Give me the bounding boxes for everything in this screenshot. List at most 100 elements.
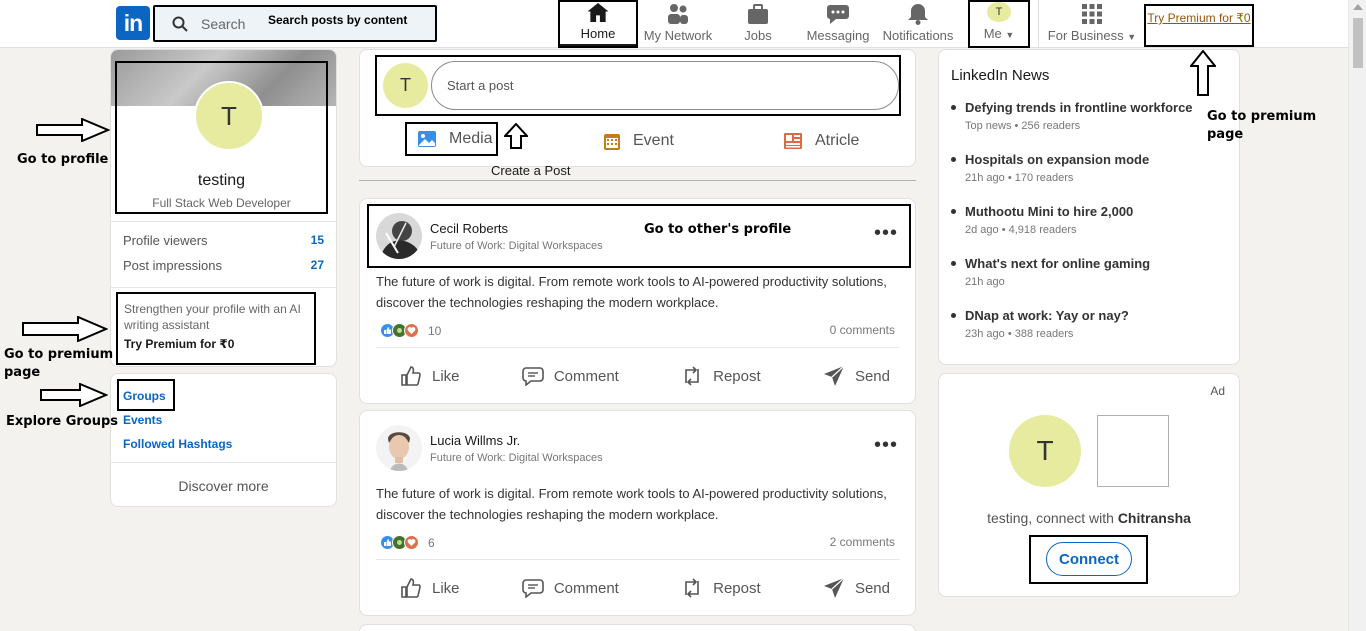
news-item[interactable]: What's next for online gaming 21h ago [951, 256, 1231, 288]
ad-label: Ad [1210, 384, 1225, 398]
discover-more-button[interactable]: Discover more [111, 478, 336, 494]
nav-jobs[interactable]: Jobs [718, 0, 798, 48]
home-icon [587, 2, 609, 23]
events-link[interactable]: Events [123, 413, 162, 427]
start-post-input[interactable]: Start a post [431, 61, 899, 110]
post-author-link[interactable]: Lucia Willms Jr. Future of Work: Digital… [376, 425, 603, 471]
repost-button[interactable]: Repost [681, 573, 761, 603]
more-options-icon[interactable]: ••• [874, 223, 898, 243]
page-scrollbar[interactable] [1348, 0, 1366, 631]
image-icon [418, 131, 436, 147]
followed-hashtags-link[interactable]: Followed Hashtags [123, 437, 232, 451]
comment-button[interactable]: Comment [522, 573, 619, 603]
nav-home[interactable]: Home [558, 0, 638, 48]
connect-highlight: Connect [1029, 535, 1148, 584]
search-input[interactable]: Search [201, 16, 245, 32]
send-button[interactable]: Send [823, 361, 890, 391]
repost-icon [685, 366, 699, 386]
media-button[interactable]: Media [405, 122, 498, 156]
divider [111, 221, 336, 222]
search-bar[interactable]: Search Search posts by content [153, 5, 437, 42]
bell-icon [908, 4, 928, 25]
reaction-count: 6 [428, 535, 435, 550]
profile-viewers-label: Profile viewers [123, 233, 208, 248]
news-meta: 23h ago • 388 readers [965, 328, 1074, 340]
comment-count[interactable]: 2 comments [830, 535, 895, 549]
scroll-up-icon[interactable] [1353, 4, 1363, 10]
post-author-name[interactable]: Cecil Roberts [430, 221, 603, 236]
reactions-summary[interactable]: 10 [380, 323, 441, 338]
post-author-name[interactable]: Lucia Willms Jr. [430, 433, 603, 448]
profile-link[interactable]: T testing Full Stack Web Developer [115, 61, 328, 214]
nav-network-label: My Network [643, 28, 713, 43]
like-label: Like [432, 579, 460, 597]
post-author-link[interactable]: Cecil Roberts Future of Work: Digital Wo… [376, 213, 603, 259]
profile-avatar[interactable]: T [194, 81, 264, 151]
author-avatar[interactable] [376, 213, 422, 259]
nav-notifications[interactable]: Notifications [878, 0, 958, 48]
nav-me-label-wrap: Me ▼ [984, 26, 1015, 41]
post-impressions-row[interactable]: Post impressions 27 [123, 258, 324, 273]
network-icon [668, 4, 688, 24]
premium-promo-cta[interactable]: Try Premium for ₹0 [124, 337, 314, 351]
bullet [951, 209, 956, 214]
post-impressions-count: 27 [310, 258, 324, 272]
groups-link[interactable]: Groups [123, 389, 166, 403]
calendar-icon [604, 133, 620, 150]
linkedin-logo-icon[interactable]: in [116, 6, 150, 40]
send-button[interactable]: Send [823, 573, 890, 603]
connect-button[interactable]: Connect [1046, 542, 1132, 576]
briefcase-icon [748, 4, 768, 24]
like-button[interactable]: Like [400, 361, 460, 391]
article-icon [784, 133, 802, 149]
try-premium-link[interactable]: Try Premium for ₹0 [1144, 4, 1254, 47]
profile-name[interactable]: testing [117, 172, 326, 190]
event-button[interactable]: Event [603, 123, 674, 159]
post-author-subtitle: Future of Work: Digital Workspaces [430, 451, 603, 464]
divider [111, 287, 336, 288]
repost-button[interactable]: Repost [681, 361, 761, 391]
comment-button[interactable]: Comment [522, 361, 619, 391]
news-item[interactable]: Defying trends in frontline workforce To… [951, 100, 1231, 132]
article-button[interactable]: Atricle [783, 123, 859, 159]
scroll-thumb[interactable] [1353, 18, 1363, 68]
post-impressions-label: Post impressions [123, 258, 222, 273]
annotation-arrow-right-icon [36, 118, 110, 142]
love-reaction-icon [404, 323, 419, 338]
feed-post [359, 624, 916, 631]
annotation-arrow-up-icon [504, 123, 528, 149]
nav-my-network[interactable]: My Network [638, 0, 718, 48]
news-item[interactable]: Hospitals on expansion mode 21h ago • 17… [951, 152, 1231, 184]
premium-promo[interactable]: Strengthen your profile with an AI writi… [116, 292, 316, 365]
like-button[interactable]: Like [400, 573, 460, 603]
nav-home-label: Home [580, 26, 616, 41]
news-item[interactable]: Muthootu Mini to hire 2,000 2d ago • 4,9… [951, 204, 1231, 236]
comment-label: Comment [553, 579, 619, 597]
nav-divider [1038, 0, 1039, 48]
news-meta: 21h ago • 170 readers [965, 172, 1074, 184]
more-options-icon[interactable]: ••• [874, 435, 898, 455]
active-indicator [560, 44, 636, 46]
annotation-go-to-premium: Go to premium page [4, 347, 114, 380]
bullet [951, 157, 956, 162]
nav-messaging[interactable]: Messaging [798, 0, 878, 48]
reactions-summary[interactable]: 6 [380, 535, 435, 550]
author-avatar[interactable] [376, 425, 422, 471]
messaging-icon [827, 5, 849, 24]
news-meta: 21h ago [965, 276, 1005, 288]
grid-icon [1082, 4, 1102, 24]
nav-me[interactable]: T Me ▼ [968, 0, 1030, 48]
nav-me-label: Me [983, 26, 1002, 41]
annotation-go-to-profile: Go to profile [17, 152, 109, 167]
ad-card: Ad T testing, connect with Chitransha Co… [938, 373, 1240, 597]
comment-icon [522, 579, 544, 598]
nav-for-business[interactable]: For Business ▼ [1044, 0, 1140, 48]
comment-count[interactable]: 0 comments [830, 323, 895, 337]
like-label: Like [432, 367, 460, 385]
profile-viewers-row[interactable]: Profile viewers 15 [123, 233, 324, 248]
news-item[interactable]: DNap at work: Yay or nay? 23h ago • 388 … [951, 308, 1231, 340]
thumbs-up-icon [401, 578, 421, 598]
profile-headline: Full Stack Web Developer [152, 196, 291, 210]
news-headline: Muthootu Mini to hire 2,000 [965, 204, 1134, 219]
annotation-arrow-up-icon [1190, 50, 1216, 96]
